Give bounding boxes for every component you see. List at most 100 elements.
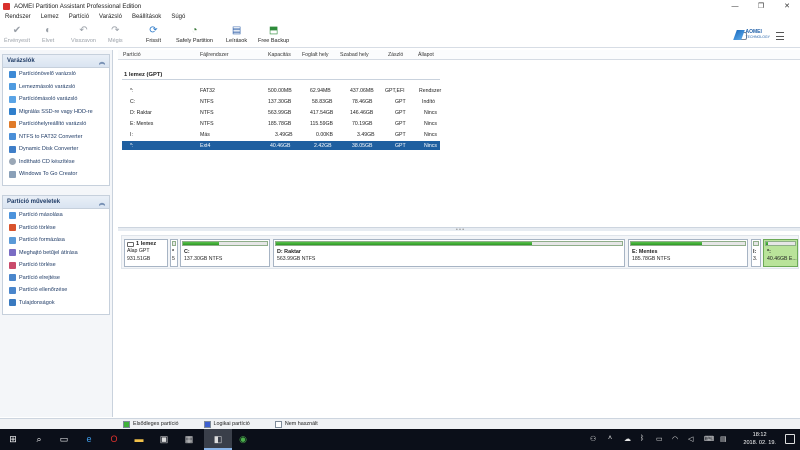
menu-partition[interactable]: Partíció [64, 14, 94, 20]
menu-wizard[interactable]: Varázsló [94, 14, 127, 20]
col-filesystem[interactable]: Fájlrendszer [200, 52, 229, 58]
undo-button[interactable]: ↶ Visszavon [71, 24, 96, 45]
sidebar-item-hide-partition[interactable]: Partíció elrejtése [3, 272, 109, 285]
language-icon[interactable]: ▤ [720, 435, 727, 443]
opera-icon[interactable]: O [107, 432, 121, 446]
sidebar-item-properties[interactable]: Tulajdonságok [3, 297, 109, 310]
menu-settings[interactable]: Beállítások [127, 14, 166, 20]
partition-operations-panel: Partíció műveletek ︽ Partíció másolása P… [2, 195, 110, 315]
partition-block[interactable]: E: Mentes 185.78GB NTFS [628, 239, 748, 267]
sidebar-item-delete-partition[interactable]: Partíció törlése [3, 222, 109, 235]
sidebar-item-ntfs-fat32[interactable]: NTFS to FAT32 Converter [3, 131, 109, 144]
col-used[interactable]: Foglalt hely [302, 52, 329, 58]
collapse-icon: ︽ [98, 200, 105, 207]
safely-partition-button[interactable]: ◔ Safely Partition [176, 24, 213, 45]
sidebar-item-check-partition[interactable]: Partíció ellenőrzése [3, 284, 109, 297]
pictures-icon[interactable]: ▦ [182, 432, 196, 446]
sidebar-item-copy-partition[interactable]: Partíció másolása [3, 209, 109, 222]
sidebar-item-dynamic-disk[interactable]: Dynamic Disk Converter [3, 143, 109, 156]
discard-button[interactable]: ◐ Elvet [42, 24, 54, 45]
chrome-icon[interactable]: ◉ [236, 432, 250, 446]
free-backup-icon: ⬒ [268, 24, 279, 36]
edge-icon[interactable]: e [82, 432, 96, 446]
partition-block-selected[interactable]: *: 40.46GB E... [763, 239, 798, 267]
apply-button[interactable]: ✔ Érvényesít [4, 24, 30, 45]
wizards-panel: Varázslók ︽ Partíciónövelő varázsló Leme… [2, 54, 110, 186]
sidebar-item-migrate-os[interactable]: Migrálás SSD-re vagy HDD-re [3, 106, 109, 119]
table-row[interactable]: I: Más 3.49GB 0.00KB 3.49GB GPT Nincs [122, 130, 440, 139]
table-row[interactable]: E: Mentes NTFS 185.78GB 115.59GB 70.19GB… [122, 119, 440, 128]
task-view-icon[interactable]: ▭ [57, 432, 71, 446]
usage-fill [631, 242, 702, 245]
partition-block[interactable]: C: 137.30GB NTFS [180, 239, 270, 267]
menu-help[interactable]: Súgó [166, 14, 190, 20]
table-row[interactable]: C: NTFS 137.30GB 58.83GB 78.46GB GPT Ind… [122, 97, 440, 106]
legend: Elsődleges partíció Logikai partíció Nem… [118, 418, 800, 429]
partition-block[interactable]: D: Raktar 563.99GB NTFS [273, 239, 625, 267]
network-icon[interactable]: ◠ [672, 435, 678, 443]
menu-icon[interactable] [776, 32, 784, 40]
table-row-selected[interactable]: *: Ext4 40.46GB 2.42GB 38.05GB GPT Nincs [122, 141, 440, 150]
properties-icon [9, 299, 16, 307]
table-row[interactable]: D: Raktar NTFS 563.99GB 417.54GB 146.46G… [122, 108, 440, 117]
tutorials-button[interactable]: ▤ Leírások [226, 24, 247, 45]
sidebar: Varázslók ︽ Partíciónövelő varázsló Leme… [0, 50, 113, 417]
sidebar-item-partition-recovery[interactable]: Partícióhelyreállító varázsló [3, 118, 109, 131]
disk-info[interactable]: 1 lemez Alap GPT 931.51GB [124, 239, 168, 267]
legend-swatch [203, 420, 211, 428]
sidebar-item-format-partition[interactable]: Partíció formázása [3, 234, 109, 247]
people-icon[interactable]: ⚇ [590, 435, 596, 443]
sidebar-item-extend-partition-wizard[interactable]: Partíciónövelő varázsló [3, 68, 109, 81]
migrate-icon [9, 108, 16, 116]
clock[interactable]: 18:12 2018. 02. 19. [743, 431, 776, 447]
legend-unallocated: Nem használt [274, 420, 318, 428]
safely-partition-icon: ◔ [191, 24, 198, 36]
col-partition[interactable]: Partíció [123, 52, 141, 58]
operations-panel-header[interactable]: Partíció műveletek ︽ [3, 196, 109, 209]
sidebar-item-partition-copy-wizard[interactable]: Partíciómásoló varázsló [3, 93, 109, 106]
sidebar-item-windows-to-go[interactable]: Windows To Go Creator [3, 168, 109, 181]
close-button[interactable]: ✕ [774, 0, 800, 12]
sidebar-item-wipe-partition[interactable]: Partíció törlése [3, 259, 109, 272]
wizards-panel-header[interactable]: Varázslók ︽ [3, 55, 109, 68]
check-partition-icon [9, 286, 16, 294]
tray-chevron-icon[interactable]: ˄ [608, 435, 612, 442]
redo-icon: ↷ [111, 24, 120, 36]
search-icon[interactable]: ⌕ [32, 432, 46, 446]
free-backup-button[interactable]: ⬒ Free Backup [258, 24, 289, 45]
col-flag[interactable]: Zászló [388, 52, 403, 58]
menu-disk[interactable]: Lemez [36, 14, 64, 20]
bluetooth-icon[interactable]: ᛒ [640, 435, 644, 442]
maximize-button[interactable]: ❐ [748, 0, 774, 12]
volume-icon[interactable]: ◁ [688, 435, 693, 443]
undo-icon: ↶ [79, 24, 88, 36]
col-status[interactable]: Állapot [418, 52, 434, 58]
sidebar-item-bootable-cd[interactable]: Indítható CD készítése [3, 156, 109, 169]
table-header: Partíció Fájlrendszer Kapacitás Foglalt … [118, 50, 800, 60]
partition-assistant-icon[interactable]: ◧ [211, 432, 225, 446]
partition-block[interactable]: I: 3. [751, 239, 761, 267]
col-free[interactable]: Szabad hely [340, 52, 369, 58]
table-row[interactable]: *: FAT32 500.00MB 62.94MB 437.06MB GPT,E… [122, 86, 441, 95]
menu-system[interactable]: Rendszer [0, 14, 36, 20]
notification-icon[interactable] [785, 434, 795, 444]
redo-button[interactable]: ↷ Mégis [108, 24, 123, 45]
partition-block[interactable]: * 5 [170, 239, 178, 267]
store-icon[interactable]: ▣ [157, 432, 171, 446]
legend-spacer [0, 418, 118, 429]
minimize-button[interactable]: — [722, 0, 748, 12]
power-icon[interactable]: ▭ [656, 435, 663, 443]
disk-divider [122, 79, 440, 80]
input-icon[interactable]: ⌨ [704, 435, 714, 443]
sidebar-item-disk-copy-wizard[interactable]: Lemezmásoló varázsló [3, 81, 109, 94]
legend-primary: Elsődleges partíció [123, 420, 179, 428]
onedrive-icon[interactable]: ☁ [624, 435, 631, 443]
refresh-button[interactable]: ⟳ Frissít [146, 24, 161, 45]
partition-table: Partíció Fájlrendszer Kapacitás Foglalt … [118, 50, 800, 226]
explorer-icon[interactable]: ▬ [132, 432, 146, 446]
start-icon[interactable]: ⊞ [6, 432, 20, 446]
window-title: AOMEI Partition Assistant Professional E… [14, 2, 142, 10]
sidebar-item-change-letter[interactable]: Meghajtó betűjel átírása [3, 247, 109, 260]
col-capacity[interactable]: Kapacitás [268, 52, 291, 58]
usage-bar [753, 241, 759, 246]
